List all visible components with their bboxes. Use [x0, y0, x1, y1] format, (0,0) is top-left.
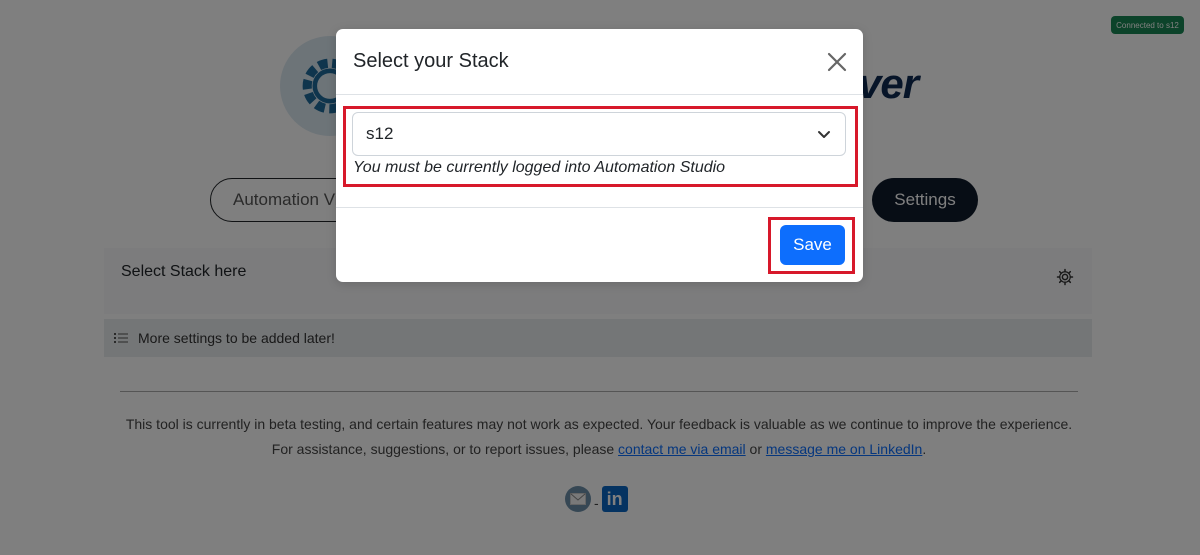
chevron-down-icon: [818, 131, 830, 138]
stack-select-value: s12: [366, 124, 394, 143]
close-icon[interactable]: [825, 50, 849, 74]
save-button[interactable]: Save: [780, 225, 845, 265]
modal-body: s12 You must be currently logged into Au…: [336, 95, 863, 207]
modal-header: Select your Stack: [336, 29, 863, 95]
stack-helper-text: You must be currently logged into Automa…: [353, 159, 726, 176]
modal-title: Select your Stack: [353, 50, 509, 72]
select-stack-modal: Select your Stack s12 You must be curren…: [336, 29, 863, 282]
stack-select[interactable]: s12: [352, 112, 846, 156]
modal-footer: Save: [336, 207, 863, 282]
